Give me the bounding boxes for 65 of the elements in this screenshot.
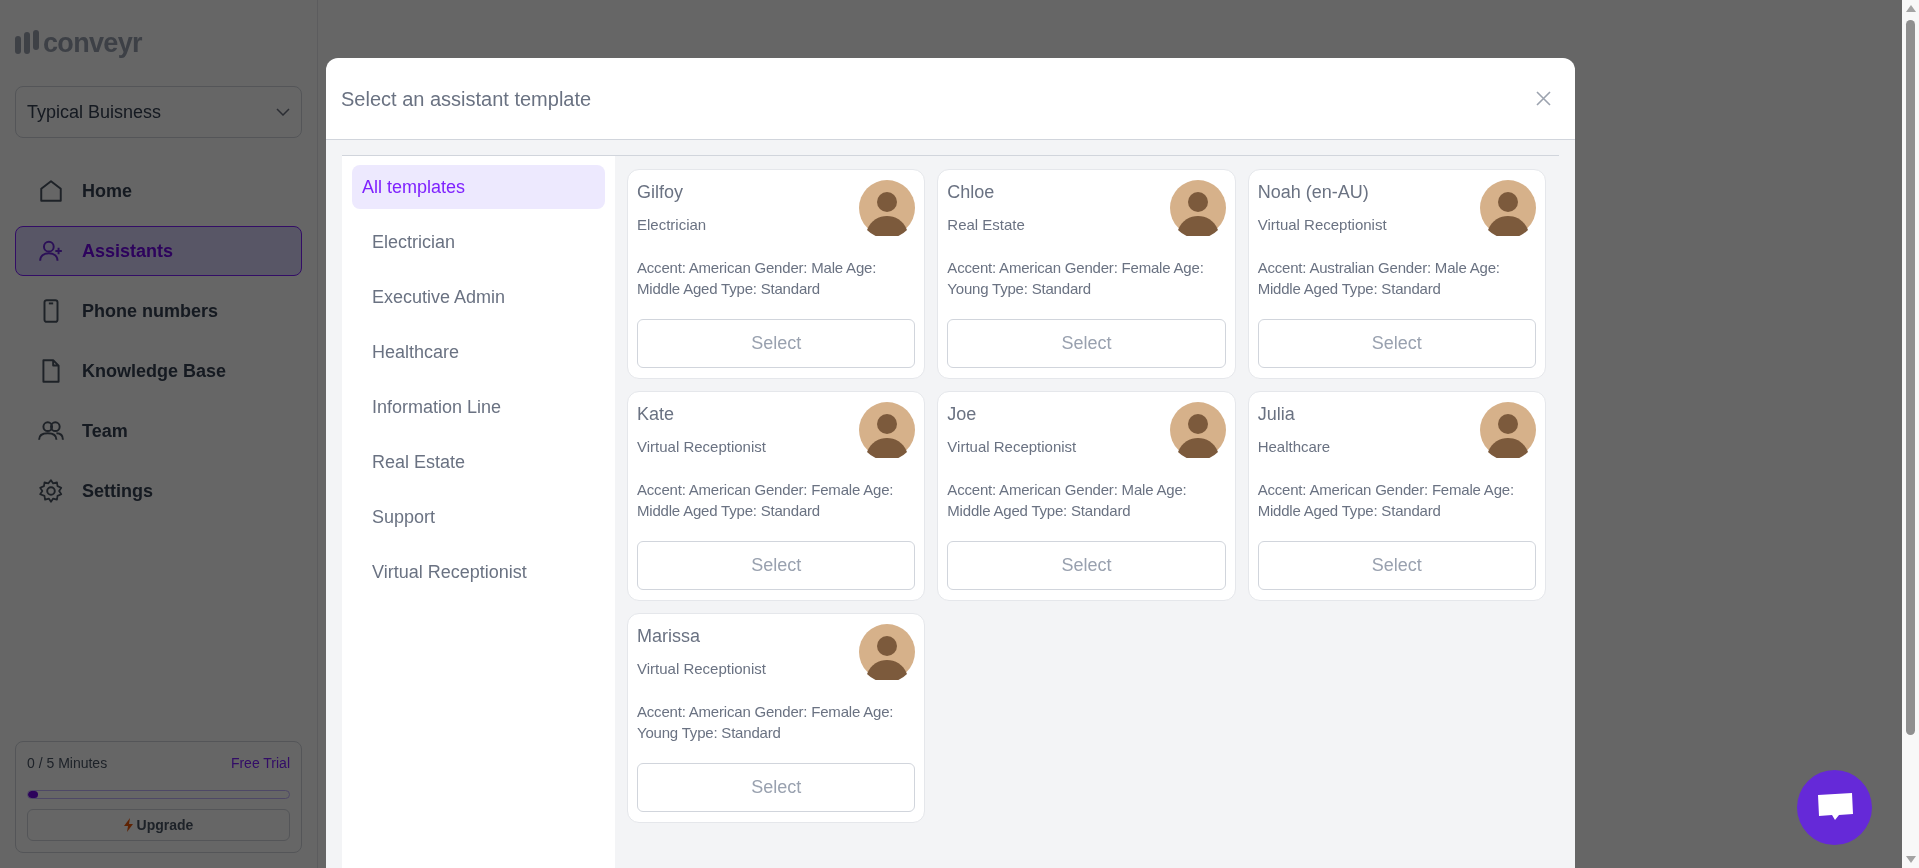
template-name: Chloe [947, 181, 996, 204]
close-icon[interactable] [1536, 91, 1551, 106]
modal-title: Select an assistant template [341, 86, 592, 112]
nav-item[interactable]: Team [15, 406, 302, 456]
template-name: Noah (en-AU) [1257, 181, 1370, 204]
chevron-down-icon [276, 108, 290, 116]
select-button[interactable]: Select [637, 763, 916, 812]
nav-item[interactable]: Home [15, 166, 302, 216]
nav-item[interactable]: Knowledge Base [15, 346, 302, 396]
template-role: Real Estate [947, 215, 1025, 235]
template-name: Joe [947, 403, 978, 426]
upgrade-button[interactable]: Upgrade [27, 809, 290, 841]
select-button[interactable]: Select [947, 541, 1226, 590]
select-button[interactable]: Select [1257, 541, 1536, 590]
template-details: Accent: American Gender: Female Age: Young Type: Standard [637, 701, 895, 743]
category-item[interactable]: Real Estate [352, 440, 605, 484]
nav-item[interactable]: Phone numbers [15, 286, 302, 336]
select-button[interactable]: Select [637, 319, 916, 368]
template-name: Gilfoy [637, 181, 684, 204]
avatar [1169, 180, 1226, 236]
user-plus-icon [38, 238, 64, 264]
lightning-icon [123, 818, 133, 832]
nav-item[interactable]: Assistants [15, 226, 302, 276]
select-button[interactable]: Select [637, 541, 916, 590]
scrollbar-thumb[interactable] [1906, 20, 1915, 735]
home-icon [38, 178, 64, 204]
avatar [859, 624, 916, 680]
logo-icon [15, 30, 39, 56]
avatar [859, 402, 916, 458]
template-details: Accent: American Gender: Female Age: Young Type: Standard [947, 257, 1205, 299]
template-details: Accent: Australian Gender: Male Age: Middle Aged Type: Standard [1257, 257, 1501, 299]
template-details: Accent: American Gender: Female Age: Middle Aged Type: Standard [1257, 479, 1515, 521]
avatar [859, 180, 916, 236]
template-details: Accent: American Gender: Female Age: Middle Aged Type: Standard [637, 479, 895, 521]
scrollbar[interactable] [1902, 0, 1919, 868]
business-dropdown[interactable]: Typical Buisness [15, 86, 302, 138]
category-item[interactable]: Information Line [352, 385, 605, 429]
template-role: Virtual Receptionist [637, 659, 766, 679]
avatar [1169, 402, 1226, 458]
template-name: Kate [637, 403, 676, 426]
minutes-text: 0 / 5 Minutes [27, 754, 108, 773]
category-item[interactable]: Healthcare [352, 330, 605, 374]
plan-label: Free Trial [230, 754, 290, 773]
template-name: Marissa [637, 625, 701, 648]
template-name: Julia [1257, 403, 1296, 426]
category-item[interactable]: All templates [352, 165, 605, 209]
category-item[interactable]: Virtual Receptionist [352, 550, 605, 594]
template-details: Accent: American Gender: Male Age: Middle Aged Type: Standard [637, 257, 878, 299]
avatar [1480, 402, 1536, 458]
select-button[interactable]: Select [947, 319, 1226, 368]
settings-icon [38, 478, 64, 504]
category-item[interactable]: Support [352, 495, 605, 539]
nav-item[interactable]: Settings [15, 466, 302, 516]
avatar [1480, 180, 1536, 236]
scroll-down-icon[interactable] [1905, 856, 1916, 863]
template-role: Virtual Receptionist [947, 437, 1077, 457]
template-role: Electrician [637, 215, 707, 235]
template-details: Accent: American Gender: Male Age: Middle Aged Type: Standard [947, 479, 1188, 521]
category-item[interactable]: Electrician [352, 220, 605, 264]
select-button[interactable]: Select [1257, 319, 1536, 368]
scroll-up-icon[interactable] [1905, 5, 1916, 12]
template-role: Virtual Receptionist [637, 437, 766, 457]
category-item[interactable]: Executive Admin [352, 275, 605, 319]
template-role: Virtual Receptionist [1257, 215, 1387, 235]
template-role: Healthcare [1257, 437, 1331, 457]
